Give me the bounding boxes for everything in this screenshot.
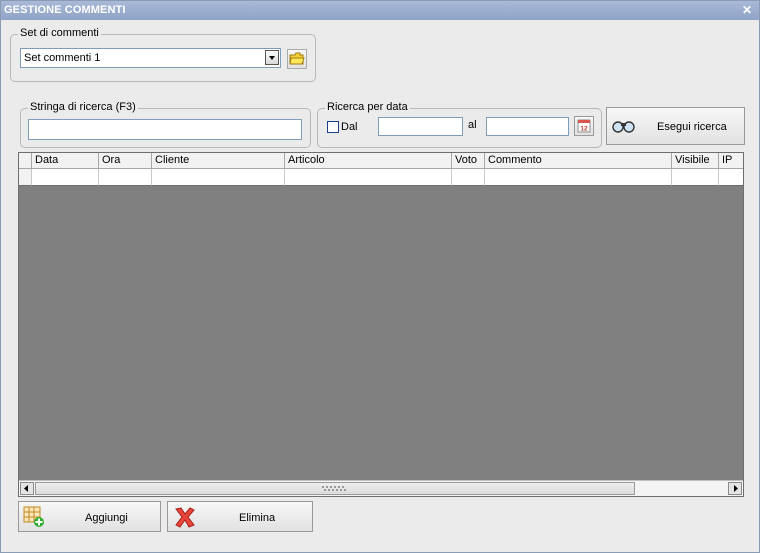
arrow-left-icon (24, 485, 28, 492)
column-header-cliente[interactable]: Cliente (152, 153, 285, 169)
horizontal-scrollbar[interactable] (19, 480, 743, 496)
comments-table[interactable]: Data Ora Cliente Articolo Voto Commento … (18, 152, 744, 497)
run-search-button[interactable]: Esegui ricerca (606, 107, 745, 145)
search-group: Stringa di ricerca (F3) (20, 101, 311, 148)
open-set-button[interactable] (287, 49, 307, 69)
date-search-legend: Ricerca per data (325, 101, 410, 113)
delete-icon (175, 507, 195, 528)
set-commenti-selected: Set commenti 1 (24, 52, 101, 64)
column-header-ora[interactable]: Ora (99, 153, 152, 169)
row-selector[interactable] (19, 169, 32, 186)
grip-icon (322, 486, 346, 491)
chevron-down-icon[interactable] (265, 50, 279, 65)
delete-label: Elimina (239, 512, 276, 524)
scroll-left-button[interactable] (20, 482, 34, 495)
binoculars-icon (612, 121, 635, 133)
search-legend: Stringa di ricerca (F3) (28, 101, 138, 113)
comments-window: GESTIONE COMMENTI ✕ Set di commenti Set … (0, 0, 760, 553)
scroll-right-button[interactable] (728, 482, 742, 495)
date-to-input[interactable] (486, 117, 569, 136)
table-cell[interactable] (719, 169, 743, 186)
row-selector-header (19, 153, 32, 169)
date-to-label: al (468, 119, 477, 131)
calendar-button[interactable]: 12 (574, 116, 594, 136)
date-search-group: Ricerca per data Dal al 12 (317, 101, 602, 148)
svg-text:12: 12 (580, 126, 588, 133)
table-cell[interactable] (99, 169, 152, 186)
add-button[interactable]: Aggiungi (18, 501, 161, 532)
column-header-commento[interactable]: Commento (485, 153, 672, 169)
table-cell[interactable] (32, 169, 99, 186)
run-search-label: Esegui ricerca (657, 121, 727, 133)
search-input[interactable] (28, 119, 302, 140)
set-commenti-legend: Set di commenti (18, 27, 101, 39)
date-from-checkbox[interactable] (327, 121, 339, 133)
date-from-label: Dal (341, 121, 358, 133)
table-cell[interactable] (452, 169, 485, 186)
set-commenti-group: Set di commenti Set commenti 1 (10, 27, 316, 82)
column-header-voto[interactable]: Voto (452, 153, 485, 169)
folder-icon (289, 52, 305, 65)
add-label: Aggiungi (85, 512, 128, 524)
arrow-right-icon (734, 485, 738, 492)
column-header-ip[interactable]: IP (719, 153, 743, 169)
window-title: GESTIONE COMMENTI (4, 4, 126, 16)
table-cell[interactable] (152, 169, 285, 186)
calendar-icon: 12 (577, 119, 591, 133)
column-header-data[interactable]: Data (32, 153, 99, 169)
column-header-articolo[interactable]: Articolo (285, 153, 452, 169)
scroll-thumb[interactable] (35, 482, 635, 495)
close-button[interactable]: ✕ (741, 3, 753, 17)
date-from-input[interactable] (378, 117, 463, 136)
add-row-icon (23, 506, 44, 527)
title-bar[interactable]: GESTIONE COMMENTI ✕ (1, 1, 759, 20)
column-header-visibile[interactable]: Visibile (672, 153, 719, 169)
table-cell[interactable] (285, 169, 452, 186)
delete-button[interactable]: Elimina (167, 501, 313, 532)
set-commenti-select[interactable]: Set commenti 1 (20, 48, 281, 68)
table-cell[interactable] (485, 169, 672, 186)
table-cell[interactable] (672, 169, 719, 186)
